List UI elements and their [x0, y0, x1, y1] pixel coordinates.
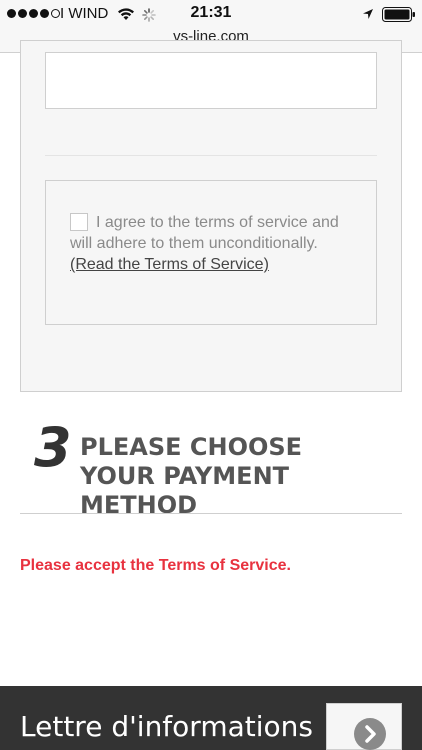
comment-textarea[interactable]	[45, 52, 377, 109]
terms-label-text: I agree to the terms of service and will…	[70, 214, 339, 252]
terms-label: I agree to the terms of service and will…	[70, 212, 362, 275]
error-message: Please accept the Terms of Service.	[20, 557, 291, 574]
battery-icon	[382, 7, 415, 22]
step-title: PLEASE CHOOSE YOUR PAYMENT METHOD	[80, 433, 303, 519]
page: I WIND 21:31 vs-line.com I agree to the …	[0, 0, 422, 750]
heading-divider	[20, 513, 402, 514]
step-number: 3	[34, 416, 72, 479]
chevron-right-icon	[354, 718, 386, 750]
location-arrow-icon	[363, 9, 373, 19]
newsletter-submit-button[interactable]	[326, 703, 402, 750]
clock: 21:31	[190, 4, 232, 21]
newsletter-title: Lettre d'informations	[20, 710, 313, 743]
terms-of-service-link[interactable]: (Read the Terms of Service)	[70, 256, 269, 273]
section-divider	[45, 155, 377, 156]
